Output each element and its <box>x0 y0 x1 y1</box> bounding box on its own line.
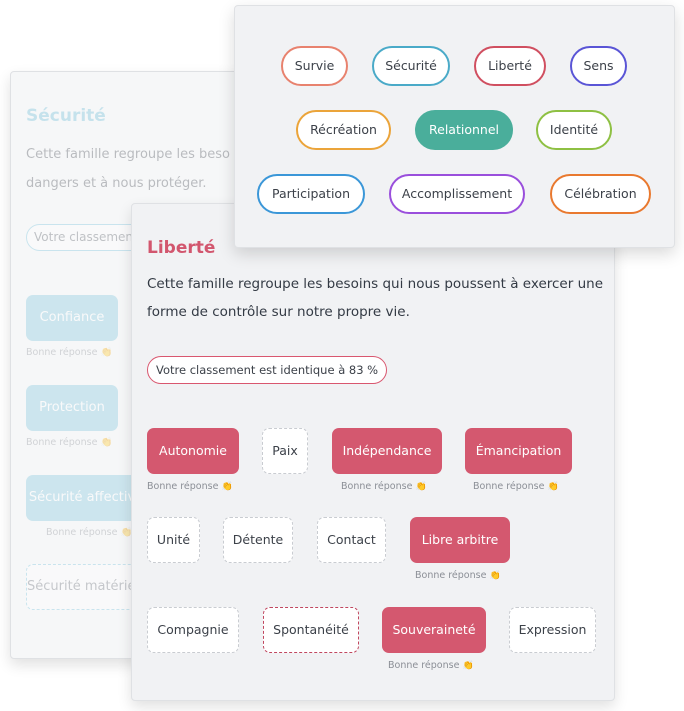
clapping-hands-icon: 👏 <box>221 482 233 492</box>
correct-answer-note: Bonne réponse 👏 <box>415 570 501 581</box>
category-pill-survie[interactable]: Survie <box>281 46 348 86</box>
need-chip[interactable]: Sécurité matérielle <box>26 564 146 610</box>
card-title: Liberté <box>147 238 216 258</box>
need-chip-independance[interactable]: Indépendance <box>332 428 442 474</box>
need-chip-unite[interactable]: Unité <box>147 517 200 563</box>
clapping-hands-icon: 👏 <box>489 571 501 581</box>
need-chip[interactable]: Sécurité affective <box>26 475 146 521</box>
card-title: Sécurité <box>26 106 106 126</box>
category-pill-relationnel[interactable]: Relationnel <box>415 110 513 150</box>
need-chip-paix[interactable]: Paix <box>262 428 308 474</box>
need-chip-compagnie[interactable]: Compagnie <box>147 607 239 653</box>
category-pill-sens[interactable]: Sens <box>570 46 627 86</box>
category-pill-celebration[interactable]: Célébration <box>550 174 651 214</box>
need-chip[interactable]: Confiance <box>26 295 118 341</box>
need-chip[interactable]: Protection <box>26 385 118 431</box>
need-chip-contact[interactable]: Contact <box>317 517 386 563</box>
need-chip-souverainete[interactable]: Souveraineté <box>382 607 486 653</box>
category-selector-card: Survie Sécurité Liberté Sens Récréation … <box>234 5 675 248</box>
ranking-badge: Votre classement est identique à 83 % <box>147 356 388 384</box>
liberty-family-card: Liberté Cette famille regroupe les besoi… <box>131 203 615 701</box>
correct-answer-note: Bonne réponse 👏 <box>388 660 474 671</box>
correct-answer-note: Bonne réponse 👏 <box>147 481 233 492</box>
card-description: Cette famille regroupe les beso dangers … <box>26 147 231 191</box>
category-pill-participation[interactable]: Participation <box>257 174 365 214</box>
card-description: Cette famille regroupe les besoins qui n… <box>147 276 604 320</box>
correct-answer-note: Bonne réponse 👏 <box>46 527 133 538</box>
clapping-hands-icon: 👏 <box>462 661 474 671</box>
need-chip-libre-arbitre[interactable]: Libre arbitre <box>410 517 510 563</box>
correct-answer-note: Bonne réponse 👏 <box>26 437 113 448</box>
clapping-hands-icon: 👏 <box>415 482 427 492</box>
need-chip-emancipation[interactable]: Émancipation <box>465 428 572 474</box>
need-chip-detente[interactable]: Détente <box>223 517 293 563</box>
need-chip-expression[interactable]: Expression <box>509 607 596 653</box>
correct-answer-note: Bonne réponse 👏 <box>473 481 559 492</box>
category-pill-identite[interactable]: Identité <box>536 110 612 150</box>
clapping-hands-icon: 👏 <box>547 482 559 492</box>
correct-answer-note: Bonne réponse 👏 <box>26 347 113 358</box>
need-chip-spontaneite[interactable]: Spontanéité <box>263 607 359 653</box>
category-pill-liberte[interactable]: Liberté <box>474 46 546 86</box>
correct-answer-note: Bonne réponse 👏 <box>341 481 427 492</box>
category-pill-securite[interactable]: Sécurité <box>372 46 450 86</box>
category-pill-accomplissement[interactable]: Accomplissement <box>389 174 525 214</box>
category-pill-recreation[interactable]: Récréation <box>296 110 391 150</box>
need-chip-autonomie[interactable]: Autonomie <box>147 428 239 474</box>
